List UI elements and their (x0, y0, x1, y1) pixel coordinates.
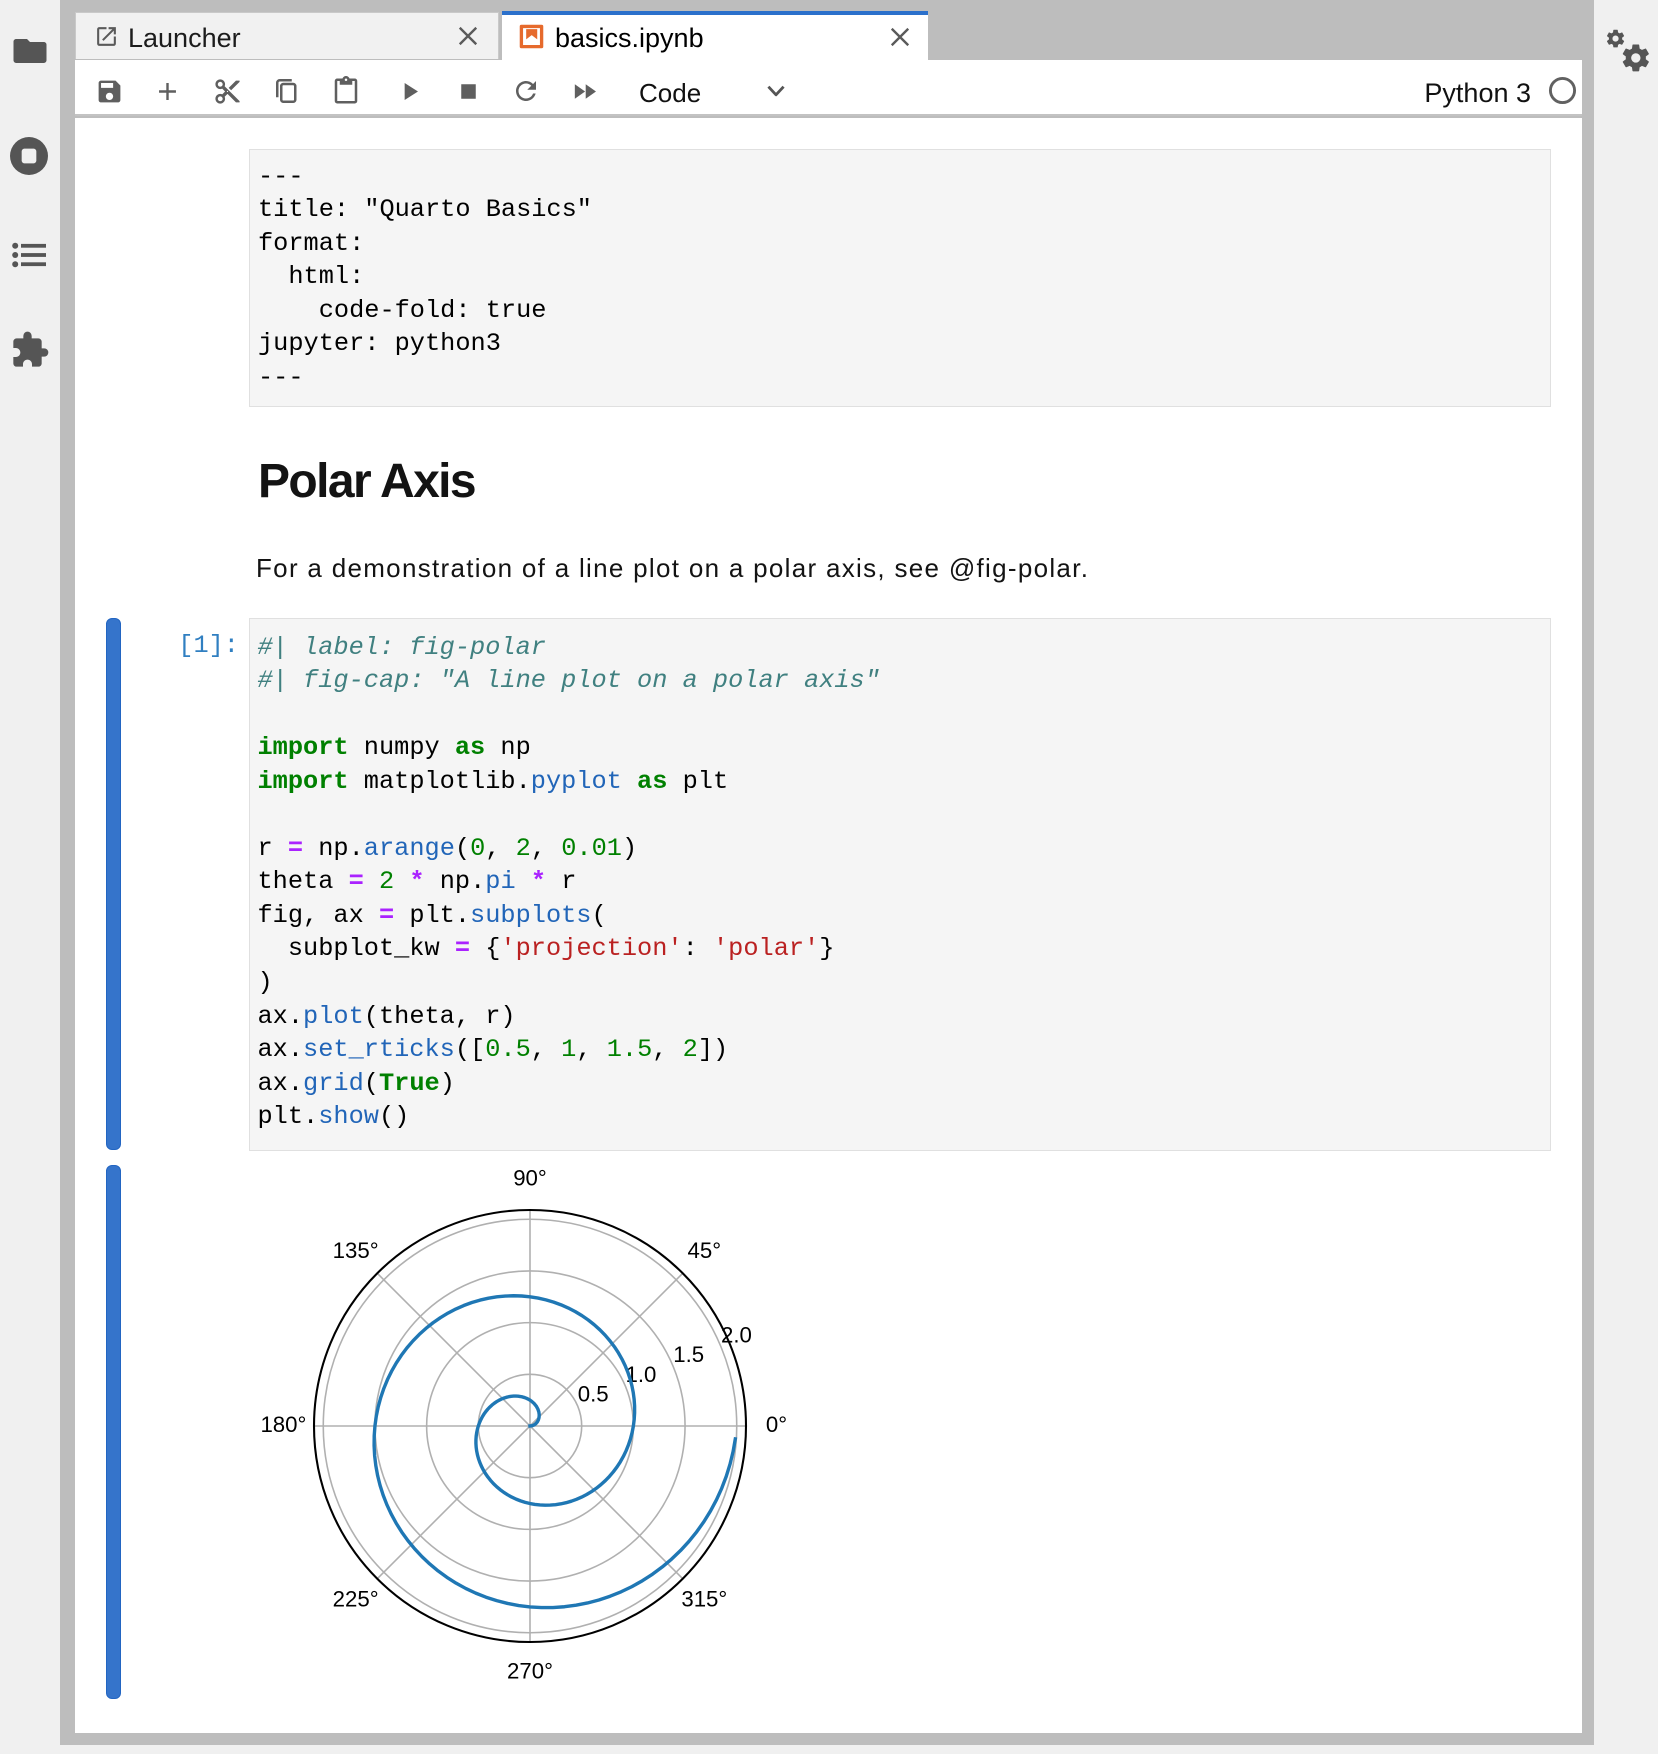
svg-text:180°: 180° (260, 1412, 306, 1437)
svg-text:270°: 270° (507, 1659, 553, 1684)
svg-text:1.5: 1.5 (673, 1342, 704, 1367)
svg-text:90°: 90° (513, 1166, 547, 1191)
svg-text:45°: 45° (688, 1238, 722, 1263)
svg-text:0.5: 0.5 (578, 1382, 609, 1407)
svg-text:0°: 0° (766, 1412, 787, 1437)
svg-text:135°: 135° (333, 1238, 379, 1263)
svg-text:315°: 315° (681, 1586, 727, 1611)
svg-text:225°: 225° (333, 1586, 379, 1611)
